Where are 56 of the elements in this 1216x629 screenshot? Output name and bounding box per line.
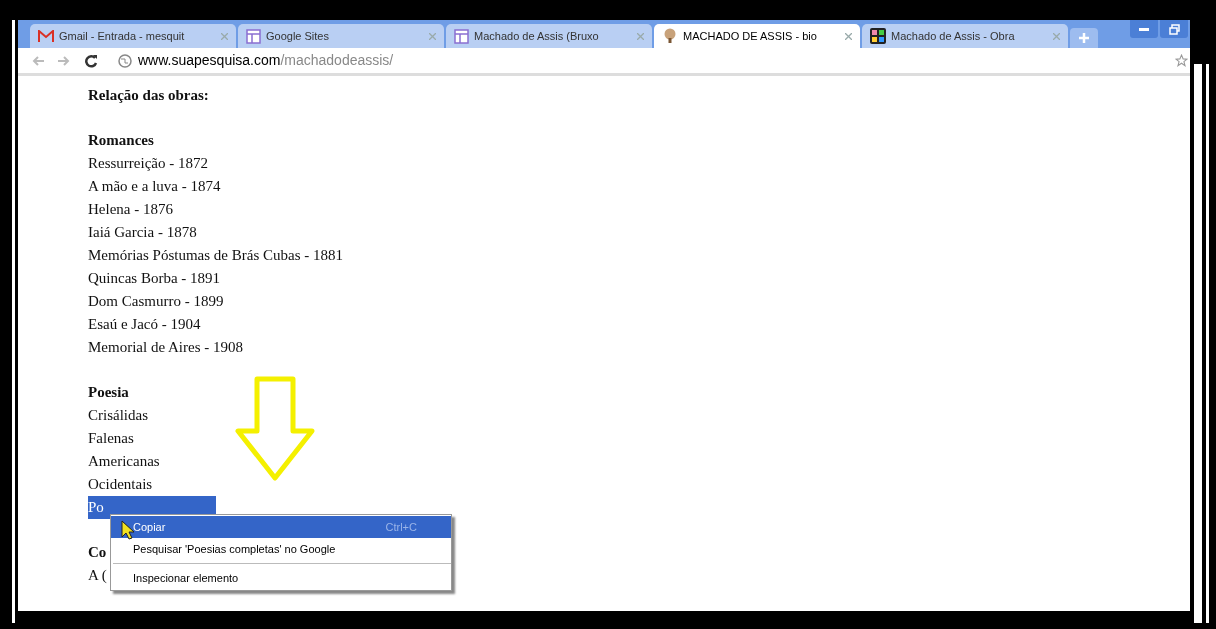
- work-title: Americanas: [88, 452, 160, 471]
- reload-icon[interactable]: [84, 53, 98, 68]
- page-heading: Relação das obras:: [88, 86, 209, 105]
- work-title: A mão e a luva - 1874: [88, 177, 221, 196]
- tab-title: Machado de Assis (Bruxo: [474, 28, 600, 44]
- browser-tab[interactable]: Google Sites: [238, 24, 444, 48]
- restore-icon: [1168, 23, 1180, 35]
- minimize-icon: [1139, 27, 1149, 31]
- new-tab-button[interactable]: [1070, 28, 1098, 48]
- address-bar[interactable]: www.suapesquisa.com/machadodeassis/: [112, 48, 400, 73]
- url-text: www.suapesquisa.com/machadodeassis/: [138, 51, 394, 70]
- close-icon[interactable]: [429, 32, 436, 40]
- menu-item[interactable]: Pesquisar 'Poesias completas' no Google: [111, 538, 451, 560]
- star-icon[interactable]: [1175, 54, 1188, 67]
- tab-title: Gmail - Entrada - mesquit: [59, 28, 186, 44]
- forward-icon[interactable]: [58, 55, 70, 66]
- work-title: Helena - 1876: [88, 200, 173, 219]
- work-title: Quincas Borba - 1891: [88, 269, 221, 288]
- tiles-icon: [870, 28, 886, 44]
- tab-title: Machado de Assis - Obra: [891, 28, 1016, 44]
- mail-icon: [38, 29, 54, 43]
- restore-button[interactable]: [1160, 20, 1188, 38]
- work-title: Iaiá Garcia - 1878: [88, 223, 197, 242]
- mouse-cursor-icon: [121, 520, 135, 540]
- close-icon[interactable]: [845, 32, 852, 40]
- section-title: Romances: [88, 131, 154, 150]
- down-arrow-icon: [235, 376, 315, 482]
- work-title: Falenas: [88, 429, 134, 448]
- close-icon[interactable]: [1053, 32, 1060, 40]
- close-icon[interactable]: [221, 32, 228, 40]
- close-icon[interactable]: [637, 32, 644, 40]
- back-icon[interactable]: [32, 55, 44, 66]
- work-title: Crisálidas: [88, 406, 148, 425]
- browser-tab[interactable]: Machado de Assis (Bruxo: [446, 24, 652, 48]
- globe-icon: [118, 53, 132, 68]
- tab-title: MACHADO DE ASSIS - bio: [683, 28, 818, 44]
- section-title: Co: [88, 543, 107, 562]
- work-title: Esaú e Jacó - 1904: [88, 315, 201, 334]
- section-title: Poesia: [88, 383, 129, 402]
- tree-icon: [662, 28, 678, 44]
- menu-item[interactable]: Inspecionar elemento: [111, 567, 451, 589]
- browser-tab[interactable]: MACHADO DE ASSIS - bio: [654, 24, 860, 48]
- page-icon: [454, 28, 469, 44]
- work-title: Memórias Póstumas de Brás Cubas - 1881: [88, 246, 343, 265]
- work-title: Dom Casmurro - 1899: [88, 292, 224, 311]
- plus-icon: [1079, 33, 1089, 43]
- work-title: Ocidentais: [88, 475, 153, 494]
- work-title: Memorial de Aires - 1908: [88, 338, 243, 357]
- work-title: Ressurreição - 1872: [88, 154, 208, 173]
- page-icon: [246, 28, 261, 44]
- minimize-button[interactable]: [1130, 20, 1158, 38]
- work-title: A (: [88, 566, 107, 585]
- browser-tab[interactable]: Gmail - Entrada - mesquit: [30, 24, 236, 48]
- tab-title: Google Sites: [266, 28, 330, 44]
- browser-tab[interactable]: Machado de Assis - Obra: [862, 24, 1068, 48]
- menu-item[interactable]: Copiar Ctrl+C: [111, 516, 451, 538]
